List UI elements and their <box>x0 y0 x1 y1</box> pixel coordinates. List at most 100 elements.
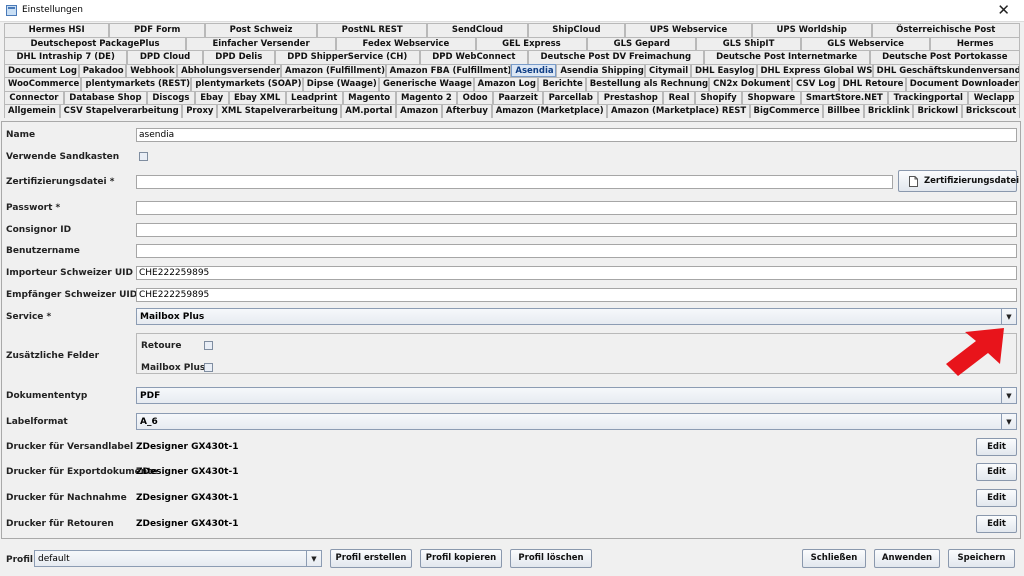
tab-amazon-log[interactable]: Amazon Log <box>473 77 539 91</box>
recipient-uid-input[interactable]: CHE222259895 <box>136 288 1017 302</box>
create-profile-button[interactable]: Profil erstellen <box>330 549 412 568</box>
tab-sendcloud[interactable]: SendCloud <box>427 23 528 37</box>
tab-deutsche-post-portokasse[interactable]: Deutsche Post Portokasse <box>869 50 1021 64</box>
tab-billbee[interactable]: Billbee <box>823 104 864 118</box>
tab-parcellab[interactable]: Parcellab <box>543 90 599 104</box>
tab-amazon-fba-fulfillment[interactable]: Amazon FBA (Fulfillment) <box>385 63 512 77</box>
close-button[interactable]: Schließen <box>802 549 866 568</box>
tab-dipse-waage[interactable]: Dipse (Waage) <box>302 77 379 91</box>
doctype-select[interactable]: PDF ▼ <box>136 387 1017 404</box>
tab-deutschepost-packageplus[interactable]: Deutschepost PackagePlus <box>4 36 186 50</box>
tab-amazon-marketplace[interactable]: Amazon (Marketplace) <box>491 104 608 118</box>
tab-fedex-webservice[interactable]: Fedex Webservice <box>336 36 476 50</box>
consignor-input[interactable] <box>136 223 1017 237</box>
tab-ebay[interactable]: Ebay <box>194 90 229 104</box>
cert-file-button[interactable]: Zertifizierungsdatei <box>898 170 1019 192</box>
tab-csv-log[interactable]: CSV Log <box>792 77 839 91</box>
tab-dhl-retoure[interactable]: DHL Retoure <box>838 77 906 91</box>
tab-weclapp[interactable]: Weclapp <box>968 90 1020 104</box>
tab-ebay-xml[interactable]: Ebay XML <box>228 90 286 104</box>
tab-real[interactable]: Real <box>663 90 696 104</box>
tab-berichte[interactable]: Berichte <box>538 77 586 91</box>
tab-paarzeit[interactable]: Paarzeit <box>493 90 544 104</box>
edit-printer-returns-button[interactable]: Edit <box>976 515 1017 533</box>
tab-asendia-shipping[interactable]: Asendia Shipping <box>556 63 646 77</box>
tab-allgemein[interactable]: Allgemein <box>4 104 60 118</box>
tab-proxy[interactable]: Proxy <box>182 104 218 118</box>
tab-einfacher-versender[interactable]: Einfacher Versender <box>186 36 337 50</box>
tab-gls-gepard[interactable]: GLS Gepard <box>587 36 697 50</box>
tab-dpd-shipperservice-ch[interactable]: DPD ShipperService (CH) <box>274 50 420 64</box>
chevron-down-icon[interactable]: ▼ <box>306 551 321 566</box>
delete-profile-button[interactable]: Profil löschen <box>510 549 592 568</box>
tab-plentymarkets-rest[interactable]: plentymarkets (REST) <box>81 77 192 91</box>
tab-hermes-hsi[interactable]: Hermes HSI <box>4 23 110 37</box>
tab-gls-shipit[interactable]: GLS ShipIT <box>696 36 801 50</box>
tab-pdf-form[interactable]: PDF Form <box>109 23 205 37</box>
tab-dpd-delis[interactable]: DPD Delis <box>202 50 275 64</box>
tab-shopware[interactable]: Shopware <box>742 90 801 104</box>
copy-profile-button[interactable]: Profil kopieren <box>420 549 502 568</box>
tab-discogs[interactable]: Discogs <box>146 90 195 104</box>
password-input[interactable] <box>136 201 1017 215</box>
tab-document-downloader[interactable]: Document Downloader <box>905 77 1020 91</box>
tab-dpd-cloud[interactable]: DPD Cloud <box>127 50 203 64</box>
tab-dhl-intraship-7-de[interactable]: DHL Intraship 7 (DE) <box>4 50 128 64</box>
tab-bigcommerce[interactable]: BigCommerce <box>749 104 824 118</box>
tab-dhl-geschäftskundenversand[interactable]: DHL Geschäftskundenversand <box>872 63 1020 77</box>
username-input[interactable] <box>136 244 1017 258</box>
sandbox-checkbox[interactable] <box>139 152 148 161</box>
tab-bestellung-als-rechnung[interactable]: Bestellung als Rechnung <box>585 77 710 91</box>
tab-generische-waage[interactable]: Generische Waage <box>378 77 474 91</box>
tab-post-schweiz[interactable]: Post Schweiz <box>204 23 318 37</box>
tab-dhl-easylog[interactable]: DHL Easylog <box>690 63 757 77</box>
tab-ups-worldship[interactable]: UPS Worldship <box>751 23 872 37</box>
tab-document-log[interactable]: Document Log <box>4 63 79 77</box>
tab-dpd-webconnect[interactable]: DPD WebConnect <box>419 50 528 64</box>
tab-afterbuy[interactable]: Afterbuy <box>441 104 492 118</box>
tab-dhl-express-global-ws[interactable]: DHL Express Global WS <box>756 63 873 77</box>
tab-bricklink[interactable]: Bricklink <box>863 104 914 118</box>
profile-select[interactable]: default ▼ <box>34 550 322 567</box>
tab-deutsche-post-dv-freimachung[interactable]: Deutsche Post DV Freimachung <box>528 50 704 64</box>
tab-ups-webservice[interactable]: UPS Webservice <box>625 23 752 37</box>
tab-trackingportal[interactable]: Trackingportal <box>888 90 969 104</box>
tab-amazon[interactable]: Amazon <box>396 104 442 118</box>
tab-hermes[interactable]: Hermes <box>930 36 1021 50</box>
tab-brickowl[interactable]: Brickowl <box>913 104 962 118</box>
tab-asendia[interactable]: Asendia <box>511 63 557 77</box>
edit-printer-label-button[interactable]: Edit <box>976 438 1017 456</box>
close-icon[interactable]: ✕ <box>997 2 1010 18</box>
apply-button[interactable]: Anwenden <box>874 549 940 568</box>
chevron-down-icon[interactable]: ▼ <box>1001 309 1016 324</box>
edit-printer-cod-button[interactable]: Edit <box>976 489 1017 507</box>
tab-gls-webservice[interactable]: GLS Webservice <box>800 36 931 50</box>
tab-connector[interactable]: Connector <box>4 90 64 104</box>
tab-csv-stapelverarbeitung[interactable]: CSV Stapelverarbeitung <box>59 104 183 118</box>
edit-printer-export-button[interactable]: Edit <box>976 463 1017 481</box>
tab-magento-2[interactable]: Magento 2 <box>395 90 458 104</box>
tab-abholungsversender[interactable]: Abholungsversender <box>177 63 281 77</box>
name-input[interactable]: asendia <box>136 128 1017 142</box>
tab-database-shop[interactable]: Database Shop <box>63 90 147 104</box>
chevron-down-icon[interactable]: ▼ <box>1001 414 1016 429</box>
tab-am-portal[interactable]: AM.portal <box>341 104 397 118</box>
tab-postnl-rest[interactable]: PostNL REST <box>317 23 428 37</box>
service-select[interactable]: Mailbox Plus ▼ <box>136 308 1017 325</box>
tab-woocommerce[interactable]: WooCommerce <box>4 77 82 91</box>
cert-input[interactable] <box>136 175 893 189</box>
tab-odoo[interactable]: Odoo <box>457 90 494 104</box>
tab-shipcloud[interactable]: ShipCloud <box>527 23 626 37</box>
tab-brickscout[interactable]: Brickscout <box>961 104 1020 118</box>
tab-leadprint[interactable]: Leadprint <box>285 90 343 104</box>
tab-amazon-marketplace-rest[interactable]: Amazon (Marketplace) REST <box>607 104 750 118</box>
labelformat-select[interactable]: A_6 ▼ <box>136 413 1017 430</box>
tab-amazon-fulfillment[interactable]: Amazon (Fulfillment) <box>281 63 386 77</box>
tab-prestashop[interactable]: Prestashop <box>598 90 664 104</box>
tab-plentymarkets-soap[interactable]: plentymarkets (SOAP) <box>191 77 303 91</box>
tab-smartstore-net[interactable]: SmartStore.NET <box>800 90 889 104</box>
chevron-down-icon[interactable]: ▼ <box>1001 388 1016 403</box>
tab-citymail[interactable]: Citymail <box>645 63 691 77</box>
retoure-checkbox[interactable] <box>204 341 213 350</box>
tab-shopify[interactable]: Shopify <box>695 90 743 104</box>
